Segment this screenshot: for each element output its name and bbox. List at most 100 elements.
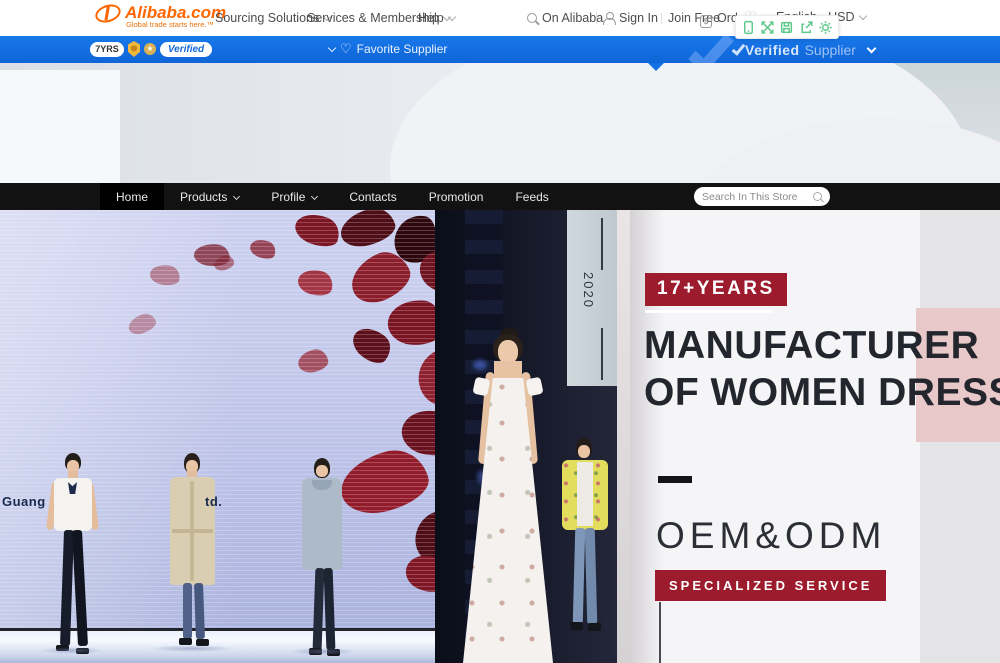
model-leg [573,528,586,624]
petal [213,254,236,273]
petal [400,548,435,598]
petal [295,266,335,299]
verified-check-watermark-icon [688,36,734,63]
model-shadow [150,645,234,652]
tab-products[interactable]: Products [164,183,255,210]
petal [391,212,435,267]
model-hoodie [302,478,342,570]
petal [193,242,231,267]
gold-star-badge-icon[interactable]: ★ [144,43,156,55]
petal [413,241,435,301]
check-icon [732,41,746,55]
model-shoe [570,622,583,630]
tab-contacts[interactable]: Contacts [333,183,412,210]
sign-in-link[interactable]: Sign In [603,11,658,25]
on-alibaba-search[interactable]: On Alibaba [527,11,603,25]
dropdown-notch [648,63,664,71]
petal [291,210,344,252]
user-icon [603,12,615,24]
hero-title: MANUFACTURER OF WOMEN DRESSES [644,322,1000,416]
favorite-supplier-button[interactable]: ♡Favorite Supplier [324,41,447,57]
brand-tagline: Global trade starts here.™ [126,20,214,29]
chevron-down-icon [328,44,336,52]
page: Alibaba.com Global trade starts here.™ S… [0,0,1000,663]
share-icon[interactable] [799,20,814,35]
model-dress [463,378,553,663]
search-icon[interactable] [813,192,822,201]
petal [296,348,329,375]
chevron-down-icon [858,12,866,20]
hero-text-panel: 17+YEARS MANUFACTURER OF WOMEN DRESSES O… [630,210,1000,663]
oem-odm-title: OEM&ODM [656,515,886,557]
hero-title-line2: OF WOMEN DRESSES [644,369,1000,416]
year-line-bottom [601,328,603,380]
verified-badge[interactable]: Verified [160,42,212,57]
model-figure [45,453,100,663]
petal [362,451,418,504]
nav-help[interactable]: Help [418,11,455,25]
petal [343,244,416,310]
fullscreen-icon[interactable] [760,20,775,35]
divider [661,13,662,24]
years-highlight-box: 17+YEARS [645,273,787,306]
hero-title-line1: MANUFACTURER [644,322,1000,369]
gold-medal-icon[interactable] [128,41,140,57]
year-side-panel: 2020 [567,210,617,386]
petal [148,263,181,288]
chevron-down-icon [447,13,455,21]
vertical-line [659,602,661,663]
model-coat-belt [172,529,213,533]
model-shadow [290,648,356,655]
chevron-down-icon [867,44,877,54]
tab-promotion[interactable]: Promotion [413,183,500,210]
model-face [578,445,590,458]
tab-profile[interactable]: Profile [255,183,333,210]
order-icon: $ [700,15,712,28]
divider [596,13,597,24]
panel-edge-strip [617,210,630,663]
dash-accent [658,476,692,483]
petal [397,404,435,462]
model-shoulder-ruffle [525,377,543,397]
store-search-box [694,187,830,206]
supplier-bar: 7YRS ★ Verified ♡Favorite Supplier Verif… [0,36,1000,63]
petal [410,343,435,412]
tab-home[interactable]: Home [100,183,164,210]
verified-supplier-dropdown[interactable]: VerifiedSupplier [735,42,875,58]
store-nav: Home Products Profile Contacts Promotion… [0,183,1000,210]
save-icon[interactable] [779,20,794,35]
petal [412,507,435,566]
featured-model-figure [438,328,570,663]
years-badge[interactable]: 7YRS [90,42,124,57]
years-underline [645,310,773,313]
mobile-icon[interactable] [741,20,756,35]
petal [126,311,158,337]
model-tank-top [577,462,593,526]
model-leg [313,568,325,650]
backdrop-company-text: Guang [2,494,46,509]
model-shoe [179,638,192,645]
hero-banner: Guang td. [0,210,1000,663]
petal [336,210,398,252]
model-leg [585,528,598,624]
model-leg [183,583,192,639]
model-figure [292,458,352,663]
runway-scene: Guang td. [0,210,435,663]
petal [248,236,279,262]
backdrop-company-text: td. [205,494,222,509]
extension-toolbar [735,15,839,39]
service-banner: SPECIALIZED SERVICE [655,570,886,601]
model-leg [324,568,336,650]
model-face [316,465,328,477]
stage-upper-band [0,63,1000,183]
model-leg [194,583,205,639]
heart-icon: ♡ [340,41,352,56]
petal [347,321,397,370]
model-leg [72,530,88,646]
store-search-input[interactable] [702,191,813,203]
gear-icon[interactable] [818,20,833,35]
model-shoe [588,623,601,631]
tab-feeds[interactable]: Feeds [499,183,564,210]
stage-wall-panel [0,70,120,183]
model-figure [150,453,235,659]
